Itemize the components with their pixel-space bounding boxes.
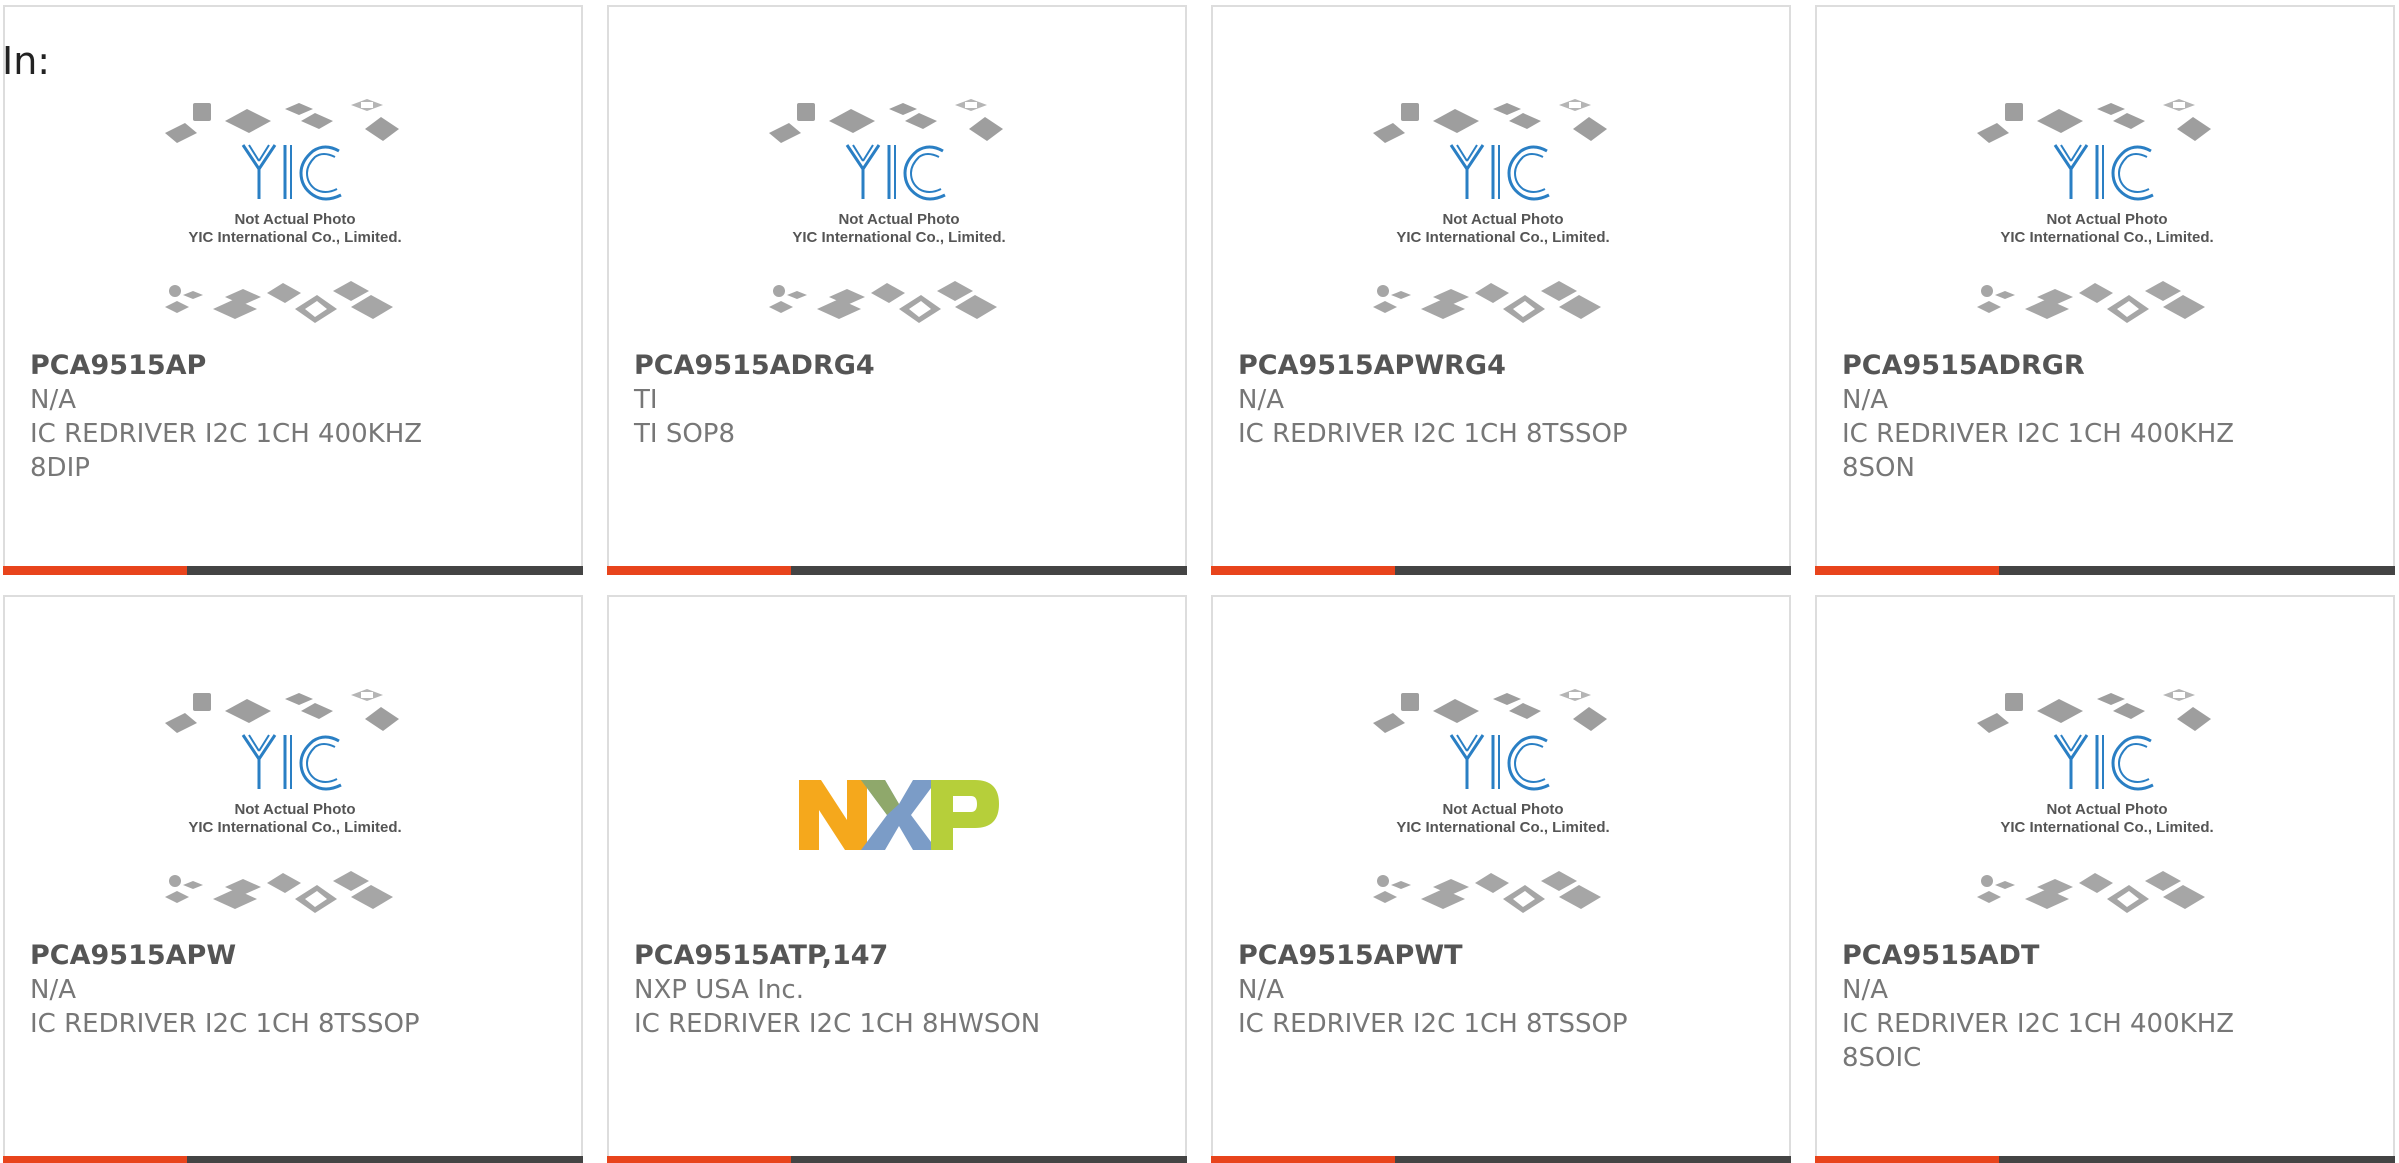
manufacturer: TI <box>634 385 658 415</box>
card-bottom-bar <box>1211 1156 1791 1163</box>
product-grid: Not Actual Photo YIC International Co., … <box>3 5 2397 1163</box>
manufacturer: NXP USA Inc. <box>634 975 804 1005</box>
card-bottom-bar <box>607 566 1187 575</box>
product-info: PCA9515APWRG4 N/A IC REDRIVER I2C 1CH 8TSS… <box>1238 349 1769 451</box>
product-image[interactable]: Not Actual Photo YIC International Co., … <box>155 685 435 933</box>
product-image[interactable]: Not Actual Photo YIC International Co., … <box>1967 685 2247 933</box>
description: IC REDRIVER I2C 1CH 8HWSON <box>634 1009 1041 1039</box>
manufacturer: N/A <box>30 385 76 415</box>
card-bottom-bar <box>1211 566 1791 575</box>
card-accent-bar <box>1815 1156 1999 1163</box>
product-info: PCA9515AP N/A IC REDRIVER I2C 1CH 400KHZ 8… <box>30 349 561 485</box>
card-accent-bar <box>607 566 791 575</box>
yic-placeholder-image: Not Actual Photo YIC International Co., … <box>165 99 402 323</box>
part-number-link[interactable]: PCA9515APW <box>30 939 561 973</box>
manufacturer: N/A <box>1842 385 1888 415</box>
product-image[interactable]: Not Actual Photo YIC International Co., … <box>759 95 1039 343</box>
page: In: Not Actual Photo YIC International C… <box>0 0 2399 1163</box>
nxp-logo-image <box>799 780 999 850</box>
description: IC REDRIVER I2C 1CH 8TSSOP <box>1238 419 1628 449</box>
placeholder-line1: Not Actual Photo <box>234 801 355 818</box>
product-image[interactable]: Not Actual Photo YIC International Co., … <box>1967 95 2247 343</box>
placeholder-line1: Not Actual Photo <box>2046 801 2167 818</box>
product-card[interactable]: Not Actual Photo YIC International Co., … <box>1211 5 1791 575</box>
card-accent-bar <box>3 1156 187 1163</box>
card-bottom-bar <box>1815 566 2395 575</box>
placeholder-line1: Not Actual Photo <box>2046 211 2167 228</box>
product-card[interactable]: Not Actual Photo YIC International Co., … <box>607 5 1187 575</box>
placeholder-line1: Not Actual Photo <box>1442 211 1563 228</box>
placeholder-line2: YIC International Co., Limited. <box>792 229 1005 246</box>
product-info: PCA9515APWT N/A IC REDRIVER I2C 1CH 8TSSOP <box>1238 939 1769 1041</box>
product-image[interactable]: Not Actual Photo YIC International Co., … <box>1363 95 1643 343</box>
placeholder-line2: YIC International Co., Limited. <box>2000 819 2213 836</box>
placeholder-line2: YIC International Co., Limited. <box>188 229 401 246</box>
placeholder-line2: YIC International Co., Limited. <box>1396 229 1609 246</box>
yic-placeholder-image: Not Actual Photo YIC International Co., … <box>1373 99 1610 323</box>
product-card[interactable]: PCA9515ATP,147 NXP USA Inc. IC REDRIVER I2… <box>607 595 1187 1163</box>
product-image[interactable]: Not Actual Photo YIC International Co., … <box>1363 685 1643 933</box>
product-card[interactable]: Not Actual Photo YIC International Co., … <box>3 595 583 1163</box>
yic-placeholder-image: Not Actual Photo YIC International Co., … <box>1373 689 1610 913</box>
part-number-link[interactable]: PCA9515APWRG4 <box>1238 349 1769 383</box>
product-card[interactable]: Not Actual Photo YIC International Co., … <box>3 5 583 575</box>
in-label: In: <box>2 39 51 83</box>
part-number-link[interactable]: PCA9515ADT <box>1842 939 2373 973</box>
part-number-link[interactable]: PCA9515ADRG4 <box>634 349 1165 383</box>
manufacturer: N/A <box>1842 975 1888 1005</box>
card-bottom-bar <box>1815 1156 2395 1163</box>
part-number-link[interactable]: PCA9515APWT <box>1238 939 1769 973</box>
product-card[interactable]: Not Actual Photo YIC International Co., … <box>1815 595 2395 1163</box>
yic-placeholder-image: Not Actual Photo YIC International Co., … <box>769 99 1006 323</box>
description: IC REDRIVER I2C 1CH 8TSSOP <box>1238 1009 1628 1039</box>
placeholder-line2: YIC International Co., Limited. <box>1396 819 1609 836</box>
card-bottom-bar <box>3 1156 583 1163</box>
part-number-link[interactable]: PCA9515ATP,147 <box>634 939 1165 973</box>
product-image[interactable]: Not Actual Photo YIC International Co., … <box>155 95 435 343</box>
yic-placeholder-image: Not Actual Photo YIC International Co., … <box>1977 99 2214 323</box>
manufacturer: N/A <box>30 975 76 1005</box>
yic-placeholder-image: Not Actual Photo YIC International Co., … <box>165 689 402 913</box>
placeholder-line1: Not Actual Photo <box>838 211 959 228</box>
product-info: PCA9515ADRG4 TI TI SOP8 <box>634 349 1165 451</box>
yic-placeholder-image: Not Actual Photo YIC International Co., … <box>1977 689 2214 913</box>
placeholder-line2: YIC International Co., Limited. <box>188 819 401 836</box>
card-bottom-bar <box>3 566 583 575</box>
part-number-link[interactable]: PCA9515AP <box>30 349 561 383</box>
placeholder-line1: Not Actual Photo <box>1442 801 1563 818</box>
card-accent-bar <box>1211 1156 1395 1163</box>
product-card[interactable]: Not Actual Photo YIC International Co., … <box>1211 595 1791 1163</box>
product-info: PCA9515ADRGR N/A IC REDRIVER I2C 1CH 400KH… <box>1842 349 2373 485</box>
placeholder-line1: Not Actual Photo <box>234 211 355 228</box>
card-bottom-bar <box>607 1156 1187 1163</box>
description: IC REDRIVER I2C 1CH 400KHZ 8SON <box>1842 419 2243 483</box>
description: IC REDRIVER I2C 1CH 400KHZ 8DIP <box>30 419 431 483</box>
product-image[interactable] <box>759 685 1039 933</box>
card-accent-bar <box>3 566 187 575</box>
description: TI SOP8 <box>634 419 736 449</box>
description: IC REDRIVER I2C 1CH 400KHZ 8SOIC <box>1842 1009 2243 1073</box>
product-info: PCA9515APW N/A IC REDRIVER I2C 1CH 8TSSOP <box>30 939 561 1041</box>
product-card[interactable]: Not Actual Photo YIC International Co., … <box>1815 5 2395 575</box>
card-accent-bar <box>1815 566 1999 575</box>
card-accent-bar <box>607 1156 791 1163</box>
product-info: PCA9515ATP,147 NXP USA Inc. IC REDRIVER I2… <box>634 939 1165 1041</box>
manufacturer: N/A <box>1238 385 1284 415</box>
manufacturer: N/A <box>1238 975 1284 1005</box>
placeholder-line2: YIC International Co., Limited. <box>2000 229 2213 246</box>
description: IC REDRIVER I2C 1CH 8TSSOP <box>30 1009 420 1039</box>
card-accent-bar <box>1211 566 1395 575</box>
part-number-link[interactable]: PCA9515ADRGR <box>1842 349 2373 383</box>
product-info: PCA9515ADT N/A IC REDRIVER I2C 1CH 400KHZ … <box>1842 939 2373 1075</box>
